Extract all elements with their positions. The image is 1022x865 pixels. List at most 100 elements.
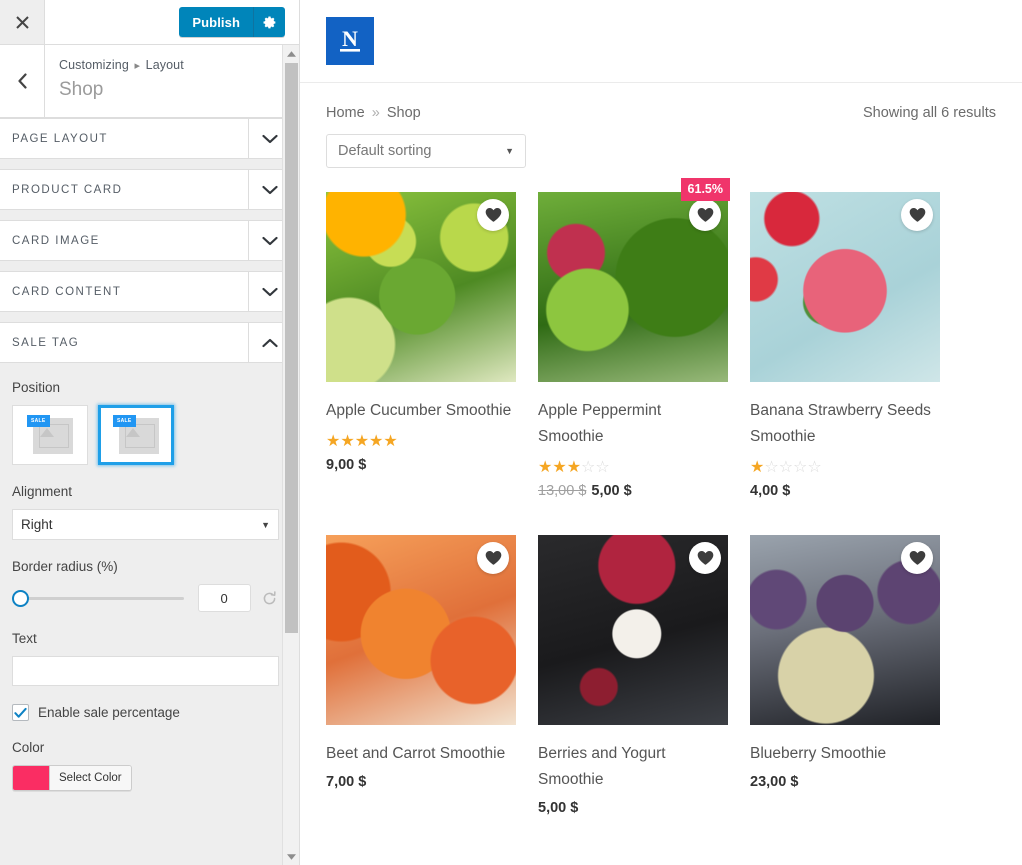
heart-icon xyxy=(697,551,713,565)
product-title[interactable]: Apple Peppermint Smoothie xyxy=(538,398,728,450)
border-radius-label: Border radius (%) xyxy=(12,559,118,574)
border-radius-row: 0 xyxy=(12,584,279,612)
product-current-price: 9,00 $ xyxy=(326,457,367,473)
alignment-select-value: Right xyxy=(21,517,53,532)
scroll-down-button[interactable] xyxy=(283,848,300,865)
position-option-inside-image[interactable]: SALE xyxy=(12,405,88,465)
control-enable-sale-percentage[interactable]: Enable sale percentage xyxy=(12,704,279,721)
product-title[interactable]: Berries and Yogurt Smoothie xyxy=(538,741,728,793)
gear-icon xyxy=(263,16,276,28)
product-image-wrap xyxy=(326,535,516,725)
sale-tag-text-input[interactable] xyxy=(12,656,279,686)
wishlist-button[interactable] xyxy=(477,199,509,231)
control-border-radius: Border radius (%) 0 xyxy=(12,558,279,612)
product-image-wrap: 61.5% xyxy=(538,178,730,382)
color-picker[interactable]: Select Color xyxy=(12,765,132,791)
wishlist-button[interactable] xyxy=(477,542,509,574)
panel-back-button[interactable] xyxy=(0,45,45,117)
product-card: Berries and Yogurt Smoothie 5,00 $ xyxy=(538,535,728,816)
product-price: 9,00 $ xyxy=(326,457,516,473)
sale-badge: 61.5% xyxy=(680,178,730,201)
control-text: Text xyxy=(12,630,279,686)
section-card-content[interactable]: Card Content xyxy=(0,271,291,312)
sale-tag-controls: Position SALE SALE Alignment Right ▼ Bor… xyxy=(0,363,291,823)
product-price: 5,00 $ xyxy=(538,800,728,816)
customizer-panel-header: Customizing ▸ Layout Shop xyxy=(0,45,299,118)
product-current-price: 7,00 $ xyxy=(326,774,367,790)
publish-group: Publish xyxy=(179,7,285,37)
product-title[interactable]: Banana Strawberry Seeds Smoothie xyxy=(750,398,940,450)
product-image-wrap xyxy=(538,535,728,725)
publish-settings-button[interactable] xyxy=(253,7,285,37)
section-sale-tag[interactable]: Sale Tag xyxy=(0,322,291,363)
product-rating: ★★★☆☆ xyxy=(538,457,610,476)
product-image-wrap xyxy=(750,192,940,382)
product-price: 4,00 $ xyxy=(750,483,940,499)
color-swatch[interactable] xyxy=(13,766,49,790)
checkmark-icon xyxy=(14,707,27,718)
control-position: Position SALE SALE xyxy=(12,379,279,465)
site-preview: N Home » Shop Showing all 6 results Defa… xyxy=(300,0,1022,865)
position-option-over-image[interactable]: SALE xyxy=(98,405,174,465)
shop-toolbar: Home » Shop Showing all 6 results xyxy=(326,105,996,121)
section-product-card[interactable]: Product Card xyxy=(0,169,291,210)
close-customizer-button[interactable] xyxy=(0,0,45,44)
logo-n-icon: N xyxy=(340,26,360,52)
product-card: Banana Strawberry Seeds Smoothie ★☆☆☆☆ 4,0… xyxy=(750,192,940,499)
border-radius-slider[interactable] xyxy=(12,588,184,608)
position-sale-tag-preview: SALE xyxy=(27,415,50,427)
breadcrumb-separator-icon: » xyxy=(371,105,380,121)
product-title[interactable]: Apple Cucumber Smoothie xyxy=(326,398,516,424)
product-image-wrap xyxy=(750,535,940,725)
product-current-price: 23,00 $ xyxy=(750,774,799,790)
wishlist-button[interactable] xyxy=(689,199,721,231)
heart-icon xyxy=(909,551,925,565)
close-icon xyxy=(15,15,29,29)
slider-thumb[interactable] xyxy=(12,590,29,607)
customizer-app: Publish Customizing ▸ Layout Shop PAGE L… xyxy=(0,0,1022,865)
alignment-select[interactable]: Right ▼ xyxy=(12,509,279,540)
section-card-content-label: Card Content xyxy=(12,285,122,298)
reset-icon xyxy=(263,590,276,604)
breadcrumb: Customizing ▸ Layout xyxy=(59,57,184,75)
product-card: 61.5% Apple Peppermint Smoothie ★★★☆☆ 13,00… xyxy=(538,178,730,499)
breadcrumb-root[interactable]: Customizing xyxy=(59,58,129,72)
breadcrumb-home-link[interactable]: Home xyxy=(326,105,365,121)
position-choices: SALE SALE xyxy=(12,405,279,465)
wishlist-button[interactable] xyxy=(689,542,721,574)
publish-button[interactable]: Publish xyxy=(179,7,253,37)
product-current-price: 4,00 $ xyxy=(750,483,791,499)
section-page-layout-label: Page Layout xyxy=(12,132,108,145)
sidebar-scrollbar-thumb[interactable] xyxy=(285,63,298,633)
heart-icon xyxy=(485,208,501,222)
site-header: N xyxy=(300,0,1022,83)
product-title[interactable]: Blueberry Smoothie xyxy=(750,741,940,767)
chevron-left-icon xyxy=(17,73,27,89)
product-rating: ★★★★★ xyxy=(326,431,398,450)
site-logo[interactable]: N xyxy=(326,17,374,65)
shop-breadcrumb: Home » Shop xyxy=(326,105,421,121)
heart-icon xyxy=(909,208,925,222)
section-card-image[interactable]: Card Image xyxy=(0,220,291,261)
customizer-topbar: Publish xyxy=(0,0,299,45)
position-thumbnail-icon: SALE xyxy=(27,415,73,455)
position-label: Position xyxy=(12,380,61,395)
product-price: 23,00 $ xyxy=(750,774,940,790)
breadcrumb-separator-icon: ▸ xyxy=(134,60,141,72)
shop-main: Home » Shop Showing all 6 results Defaul… xyxy=(300,83,1022,816)
select-color-button[interactable]: Select Color xyxy=(49,766,131,790)
enable-sale-percentage-checkbox[interactable] xyxy=(12,704,29,721)
sidebar-scrollbar[interactable] xyxy=(282,45,299,865)
wishlist-button[interactable] xyxy=(901,199,933,231)
wishlist-button[interactable] xyxy=(901,542,933,574)
sorting-select-value: Default sorting xyxy=(338,143,432,159)
sorting-select[interactable]: Default sorting ▼ xyxy=(326,134,526,168)
scroll-up-button[interactable] xyxy=(283,45,300,62)
border-radius-value-input[interactable]: 0 xyxy=(197,584,251,612)
section-page-layout[interactable]: Page Layout xyxy=(0,118,291,159)
product-title[interactable]: Beet and Carrot Smoothie xyxy=(326,741,516,767)
product-rating: ★☆☆☆☆ xyxy=(750,457,822,476)
customizer-sections: Page Layout Product Card Card Image xyxy=(0,118,291,865)
border-radius-reset-button[interactable] xyxy=(260,588,279,608)
slider-track xyxy=(18,597,184,600)
